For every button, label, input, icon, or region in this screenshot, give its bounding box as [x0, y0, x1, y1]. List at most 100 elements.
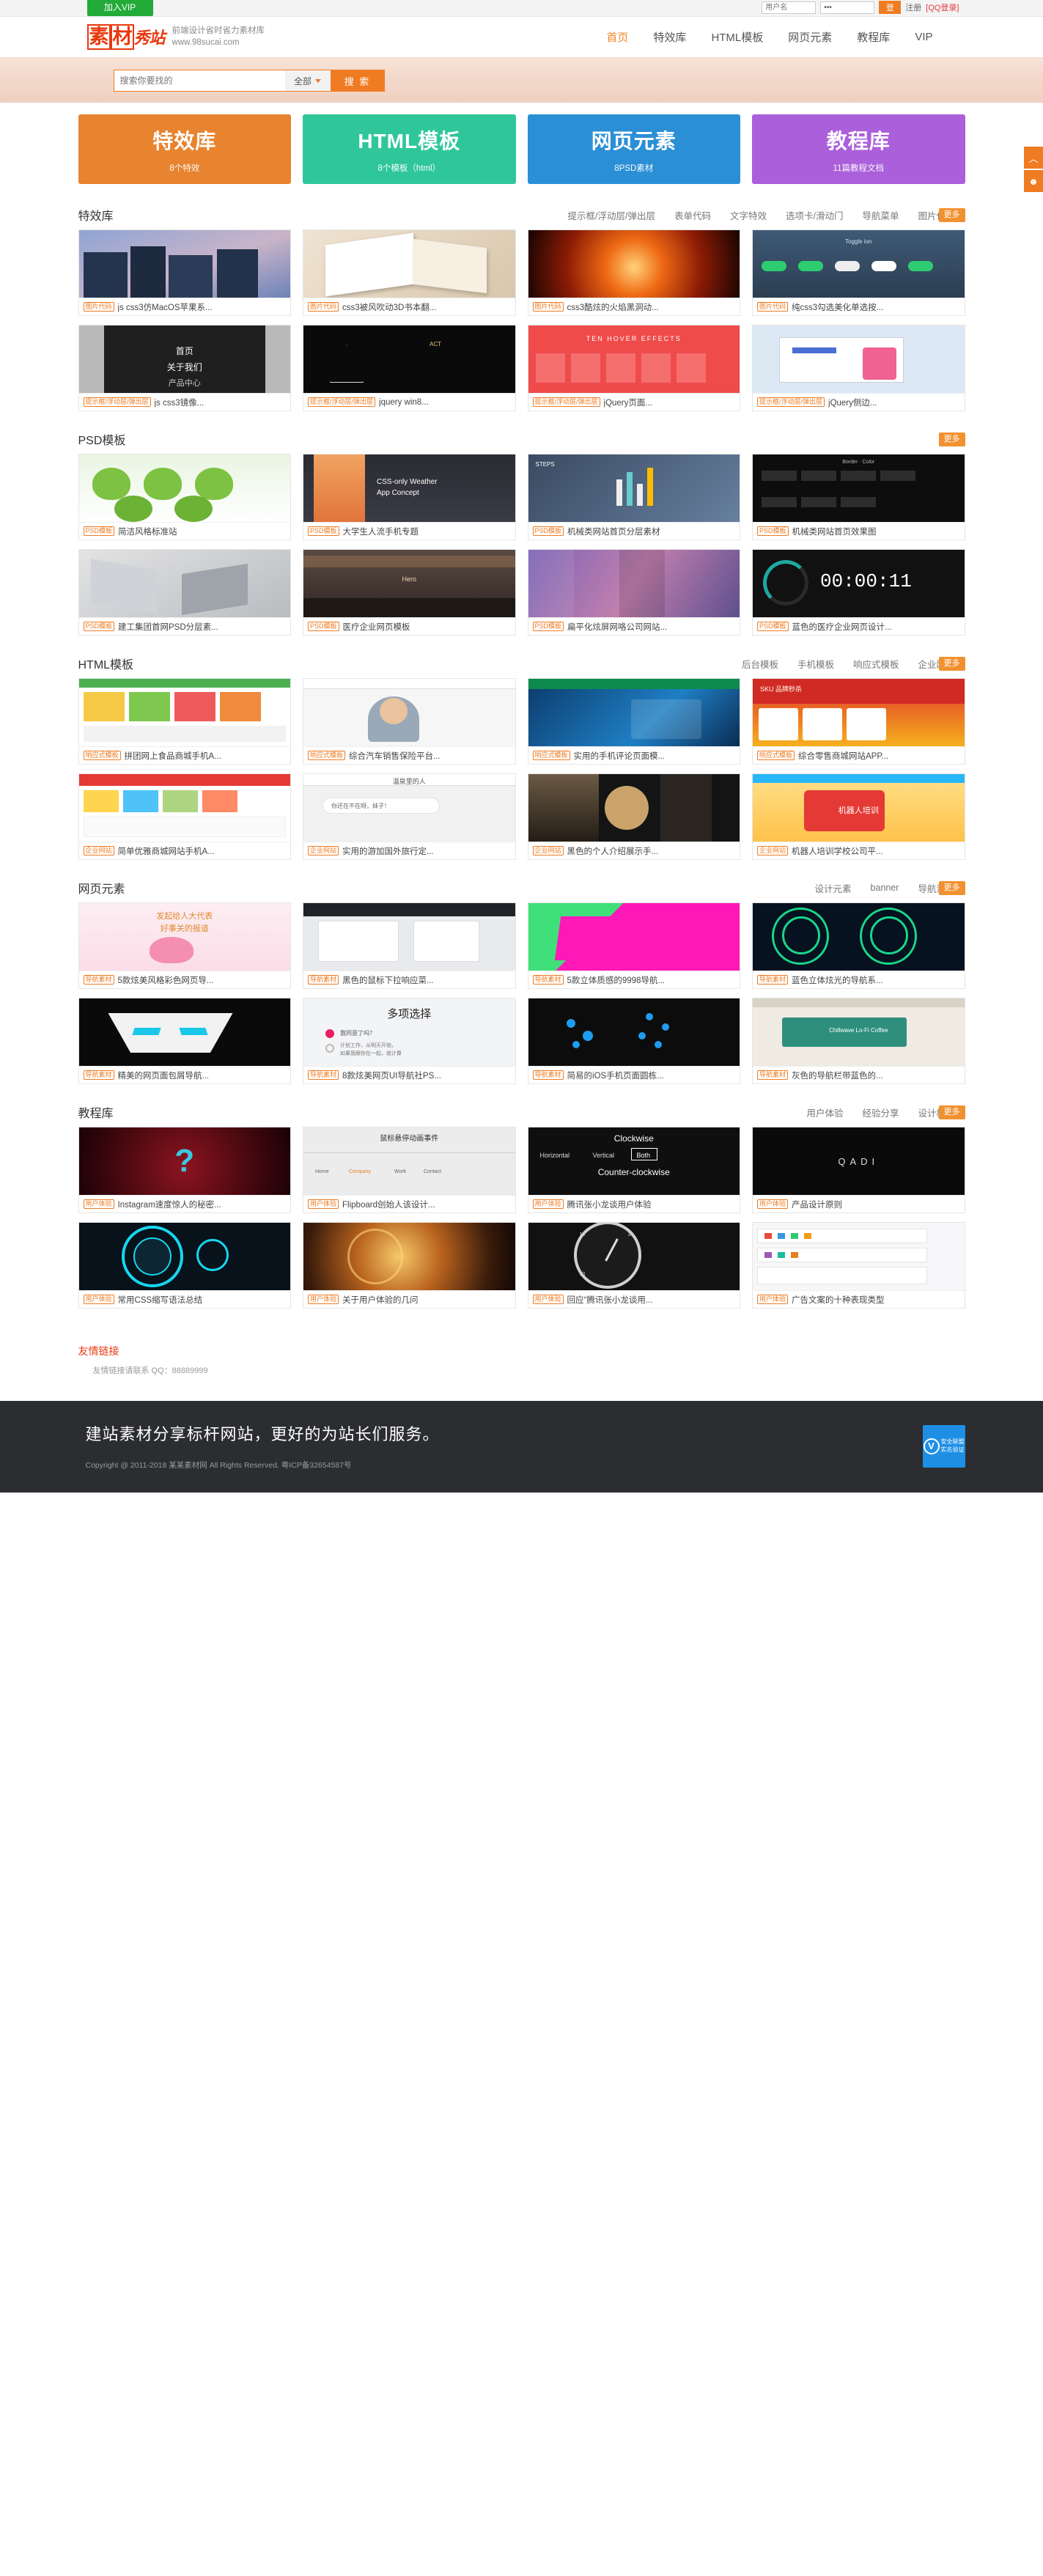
card-title[interactable]: 常用CSS缩写语法总结 [118, 1294, 203, 1306]
resource-card[interactable]: 响应式模板 拼团网上食品商城手机A... [78, 678, 291, 765]
section-link-0[interactable]: 设计元素 [815, 881, 852, 895]
card-title[interactable]: css3被风吹动3D书本翻... [342, 301, 436, 313]
card-title[interactable]: 综合汽车销售保险平台... [349, 750, 441, 762]
resource-card[interactable]: Hero PSD模板 医疗企业网页模板 [303, 549, 516, 636]
card-tag[interactable]: 响应式模板 [308, 750, 346, 761]
card-title[interactable]: jquery win8... [379, 398, 429, 407]
resource-card[interactable]: ACT 提示框/浮动层/弹出层 jquery win8... [303, 325, 516, 411]
card-title[interactable]: 大学生人流手机专题 [343, 526, 419, 537]
section-link-0[interactable]: 用户体验 [806, 1105, 843, 1119]
resource-card[interactable]: Clockwise Horizontal Vertical Both Counter-c… [527, 1127, 740, 1213]
join-vip-button[interactable]: 加入VIP [86, 0, 153, 16]
card-tag[interactable]: PSD模板 [757, 526, 789, 537]
card-tag[interactable]: PSD模板 [757, 621, 789, 632]
card-tag[interactable]: PSD模板 [83, 621, 115, 632]
card-title[interactable]: 机械类网站首页分层素材 [567, 526, 660, 537]
resource-card[interactable]: 10 30 50 用户体验 回应“腾讯张小龙谈用... [527, 1222, 740, 1309]
card-title[interactable]: 5款立体质感的9998导航... [567, 974, 666, 986]
card-tag[interactable]: 提示框/浮动层/弹出层 [757, 397, 825, 408]
card-title[interactable]: 5款炫美风格彩色网页导... [118, 974, 214, 986]
card-tag[interactable]: 图片代码 [532, 301, 564, 312]
card-title[interactable]: 关于用户体验的几问 [342, 1294, 419, 1306]
resource-card[interactable]: 导航素材 5款立体质感的9998导航... [527, 902, 740, 989]
logo[interactable]: 素材秀站 前端设计省时省力素材库 www.98sucai.com [86, 24, 265, 50]
resource-card[interactable]: 企业网站 黑色的个人介绍展示手... [527, 773, 740, 860]
resource-card[interactable]: 用户体验 广告文案的十种表现类型 [752, 1222, 965, 1309]
card-title[interactable]: 机械类网站首页效果图 [792, 526, 877, 537]
resource-card[interactable]: PSD模板 建工集团首网PSD分层素... [78, 549, 291, 636]
card-tag[interactable]: PSD模板 [532, 621, 564, 632]
section-link-0[interactable]: 后台模板 [742, 657, 778, 671]
search-button[interactable]: 搜 索 [330, 70, 385, 92]
card-title[interactable]: 腾讯张小龙谈用户体验 [567, 1199, 652, 1210]
card-title[interactable]: css3酷炫的火焰黑洞动... [567, 301, 659, 313]
card-tag[interactable]: 导航素材 [757, 974, 789, 985]
resource-card[interactable]: STEPS PSD模板 机械类网站首页分层素材 [527, 454, 740, 540]
card-tag[interactable]: 用户体验 [757, 1294, 789, 1305]
nav-item-0[interactable]: 首页 [606, 29, 628, 45]
nav-item-4[interactable]: 教程库 [857, 29, 890, 45]
resource-card[interactable]: PSD模板 扁平化炫屏网咯公司网站... [527, 549, 740, 636]
card-title[interactable]: 灰色的导航栏带蓝色的... [792, 1070, 883, 1081]
login-button[interactable]: 登 [879, 1, 902, 14]
nav-item-2[interactable]: HTML模板 [711, 29, 763, 45]
card-tag[interactable]: 响应式模板 [757, 750, 795, 761]
card-tag[interactable]: 导航素材 [308, 1070, 339, 1081]
card-title[interactable]: 纯css3勾选美化单选按... [792, 301, 883, 313]
card-tag[interactable]: 企业网站 [757, 845, 789, 856]
search-category-select[interactable]: 全部 [284, 70, 331, 92]
card-tag[interactable]: 导航素材 [532, 974, 564, 985]
card-title[interactable]: jQuery侧边... [828, 397, 877, 408]
card-title[interactable]: 拼团网上食品商城手机A... [125, 750, 221, 762]
resource-card[interactable]: PSD模板 简洁风格标准站 [78, 454, 291, 540]
card-tag[interactable]: 图片代码 [83, 301, 114, 312]
resource-card[interactable]: 企业网站 简单优雅商城网站手机A... [78, 773, 291, 860]
register-link[interactable]: 注册 [905, 1, 921, 13]
resource-card[interactable]: 图片代码 css3被风吹动3D书本翻... [303, 229, 516, 316]
card-tag[interactable]: 用户体验 [532, 1294, 564, 1305]
card-title[interactable]: 黑色的个人介绍展示手... [567, 845, 659, 857]
section-link-1[interactable]: 经验分享 [862, 1105, 899, 1119]
more-button[interactable]: 更多 [938, 432, 965, 446]
resource-card[interactable]: QADI 用户体验 产品设计原则 [752, 1127, 965, 1213]
card-title[interactable]: 综合零售商城网站APP... [798, 750, 888, 762]
section-link-1[interactable]: banner [871, 883, 899, 893]
card-tag[interactable]: PSD模板 [308, 526, 339, 537]
card-tag[interactable]: PSD模板 [83, 526, 115, 537]
resource-card[interactable]: 温泉里的人 你还在不在呀，妹子！ 企业网站 实用的游加国外旅行定... [303, 773, 516, 860]
card-title[interactable]: 黑色的鼠标下拉响应菜... [342, 974, 434, 986]
card-tag[interactable]: PSD模板 [532, 526, 564, 537]
card-title[interactable]: 蓝色的医疗企业网页设计... [792, 621, 892, 633]
card-tag[interactable]: 响应式模板 [83, 750, 121, 761]
card-title[interactable]: 扁平化炫屏网咯公司网站... [567, 621, 667, 633]
username-input[interactable] [762, 1, 817, 14]
card-title[interactable]: Instagram速度惊人的秘密... [118, 1199, 221, 1210]
card-title[interactable]: 精美的网页面包屑导航... [118, 1070, 210, 1081]
card-title[interactable]: js css3镜像... [155, 397, 204, 408]
card-title[interactable]: 实用的手机评论页面模... [574, 750, 666, 762]
category-tile-2[interactable]: 网页元素 8PSD素材 [527, 114, 740, 184]
card-title[interactable]: 机器人培训学校公司平... [792, 845, 883, 857]
more-button[interactable]: 更多 [938, 880, 965, 895]
resource-card[interactable]: 响应式模板 综合汽车销售保险平台... [303, 678, 516, 765]
resource-card[interactable]: 机器人培训 企业网站 机器人培训学校公司平... [752, 773, 965, 860]
security-certificate-badge[interactable]: V 安全联盟 实名验证 [922, 1424, 965, 1468]
password-input[interactable] [820, 1, 875, 14]
section-link-0[interactable]: 提示框/浮动层/弹出层 [568, 208, 655, 222]
resource-card[interactable]: 图片代码 js css3仿MacOS苹果系... [78, 229, 291, 316]
card-title[interactable]: 实用的游加国外旅行定... [342, 845, 434, 857]
resource-card[interactable]: Border · Color PSD模板 机械类网站首页效果图 [752, 454, 965, 540]
section-link-2[interactable]: 文字特效 [730, 208, 767, 222]
card-tag[interactable]: 用户体验 [308, 1199, 339, 1210]
card-title[interactable]: 8款炫美网页UI导航社PS... [342, 1070, 441, 1081]
resource-card[interactable]: 导航素材 黑色的鼠标下拉响应菜... [303, 902, 516, 989]
qq-login-link[interactable]: [QQ登录] [926, 1, 959, 13]
nav-item-5[interactable]: VIP [915, 31, 932, 43]
resource-card[interactable]: 用户体验 关于用户体验的几问 [303, 1222, 516, 1309]
user-icon[interactable]: ☻ [1024, 170, 1043, 192]
card-title[interactable]: js css3仿MacOS苹果系... [118, 301, 213, 313]
card-tag[interactable]: 响应式模板 [532, 750, 570, 761]
more-button[interactable]: 更多 [938, 1105, 965, 1119]
card-title[interactable]: 简洁风格标准站 [118, 526, 177, 537]
scroll-top-icon[interactable]: ︿ [1024, 147, 1043, 169]
